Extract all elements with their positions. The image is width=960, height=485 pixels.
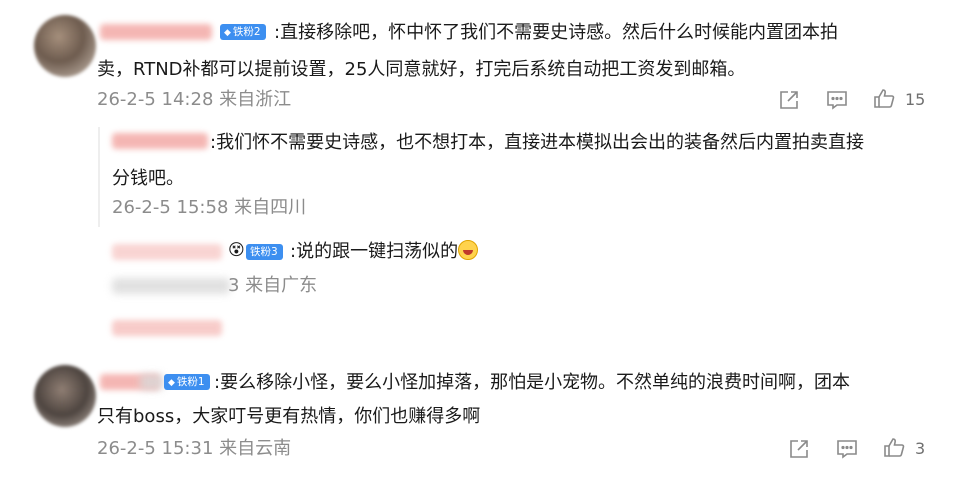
reply-text-line2: 分钱吧。 [112, 168, 184, 189]
comment-text-line2: 卖，RTND补都可以提前设置，25人同意就好，打完后系统自动把工资发到邮箱。 [97, 59, 746, 80]
fan-badge: 铁粉3 [246, 244, 283, 260]
like-icon[interactable] [872, 87, 896, 111]
comment-meta: 26-2-5 15:31 来自云南 [97, 438, 292, 459]
diamond-icon: ◆ [224, 28, 231, 38]
like-count: 3 [915, 439, 926, 458]
fan-avatar-emoji-icon: 😵 [228, 240, 245, 259]
comment-text-line1: :直接移除吧，怀中怀了我们不需要史诗感。然后什么时候能内置团本拍 [274, 22, 839, 43]
fan-badge: ◆ 铁粉2 [220, 24, 266, 40]
badge-label: 铁粉3 [250, 246, 278, 258]
reply-meta: 26-2-5 15:58 来自四川 [112, 197, 307, 218]
badge-label: 铁粉1 [176, 376, 205, 388]
reply-username[interactable] [112, 133, 208, 149]
more-replies-link[interactable] [112, 320, 222, 336]
avatar[interactable] [34, 365, 96, 427]
share-icon[interactable] [777, 88, 801, 112]
share-icon[interactable] [787, 437, 811, 461]
comment-text-line1: :要么移除小怪，要么小怪加掉落，那怕是小宠物。不然单纯的浪费时间啊，团本 [214, 372, 851, 393]
comment-icon[interactable] [825, 88, 849, 112]
reply-text-content: :说的跟一键扫荡似的 [290, 241, 459, 262]
comment-meta: 26-2-5 14:28 来自浙江 [97, 89, 292, 110]
reply-text: :说的跟一键扫荡似的 [290, 235, 479, 268]
reply-meta: 3 来自广东 [228, 275, 318, 296]
laugh-emoji-icon [458, 240, 479, 260]
badge-label: 铁粉2 [232, 26, 261, 38]
comment-text-line2: 只有boss，大家叮号更有热情，你们也赚得多啊 [97, 406, 481, 427]
reply-meta-blurred [112, 278, 230, 294]
like-count: 15 [905, 90, 926, 109]
reply-text-line1: :我们怀不需要史诗感，也不想打本，直接进本模拟出会出的装备然后内置拍卖直接 [210, 132, 865, 153]
username[interactable] [100, 24, 212, 40]
diamond-icon: ◆ [168, 378, 175, 388]
comment-icon[interactable] [835, 437, 859, 461]
reply-username[interactable] [112, 244, 222, 260]
avatar[interactable] [34, 15, 96, 77]
username-suffix [140, 374, 164, 390]
like-icon[interactable] [882, 436, 906, 460]
fan-badge: ◆ 铁粉1 [164, 374, 210, 390]
reply-divider [98, 127, 100, 227]
